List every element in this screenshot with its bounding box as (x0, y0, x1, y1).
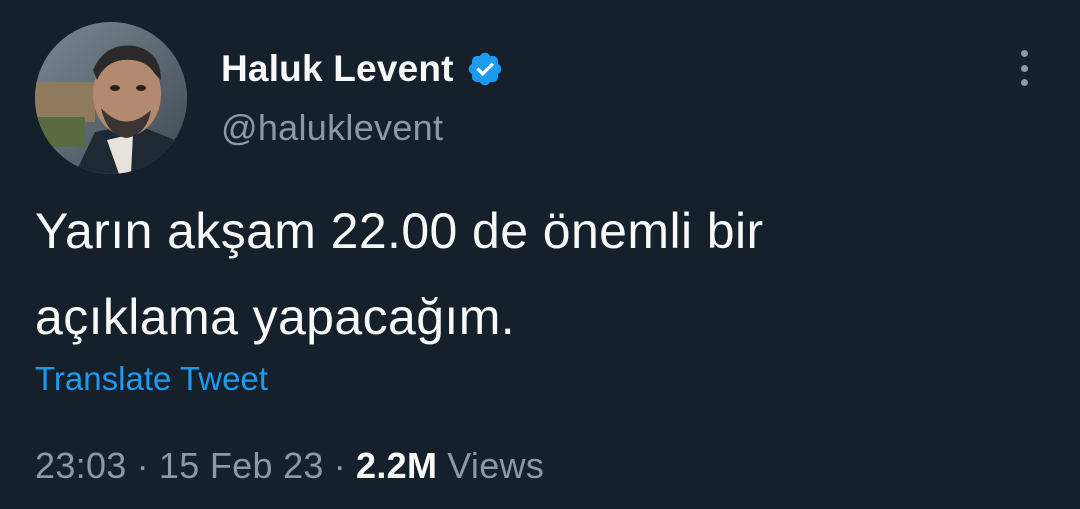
tweet-card: Haluk Levent @haluklevent Yarın akşam 22… (0, 0, 1080, 509)
tweet-text: Yarın akşam 22.00 de önemli bir açıklama… (35, 188, 1045, 360)
author-name-row: Haluk Levent (221, 45, 504, 93)
more-dot (1020, 79, 1028, 86)
author-display-name[interactable]: Haluk Levent (221, 48, 454, 90)
more-dot (1020, 64, 1028, 72)
meta-separator: · (136, 445, 149, 486)
views-label[interactable]: Views (447, 445, 544, 486)
verified-badge-icon[interactable] (466, 50, 504, 88)
tweet-text-line-1: Yarın akşam 22.00 de önemli bir (35, 203, 764, 259)
more-dot (1020, 50, 1028, 57)
author-handle[interactable]: @haluklevent (221, 107, 504, 149)
tweet-date[interactable]: 15 Feb 23 (159, 445, 324, 486)
translate-tweet-link[interactable]: Translate Tweet (35, 360, 268, 398)
avatar-image (35, 22, 187, 174)
tweet-text-line-2: açıklama yapacağım. (35, 289, 516, 345)
avatar[interactable] (35, 22, 187, 174)
tweet-meta: 23:03 · 15 Feb 23 · 2.2M Views (35, 445, 544, 487)
views-count[interactable]: 2.2M (356, 445, 437, 486)
tweet-time[interactable]: 23:03 (35, 445, 127, 486)
more-vertical-icon[interactable] (1010, 48, 1038, 88)
meta-separator: · (333, 445, 347, 486)
author-info: Haluk Levent @haluklevent (221, 45, 504, 149)
